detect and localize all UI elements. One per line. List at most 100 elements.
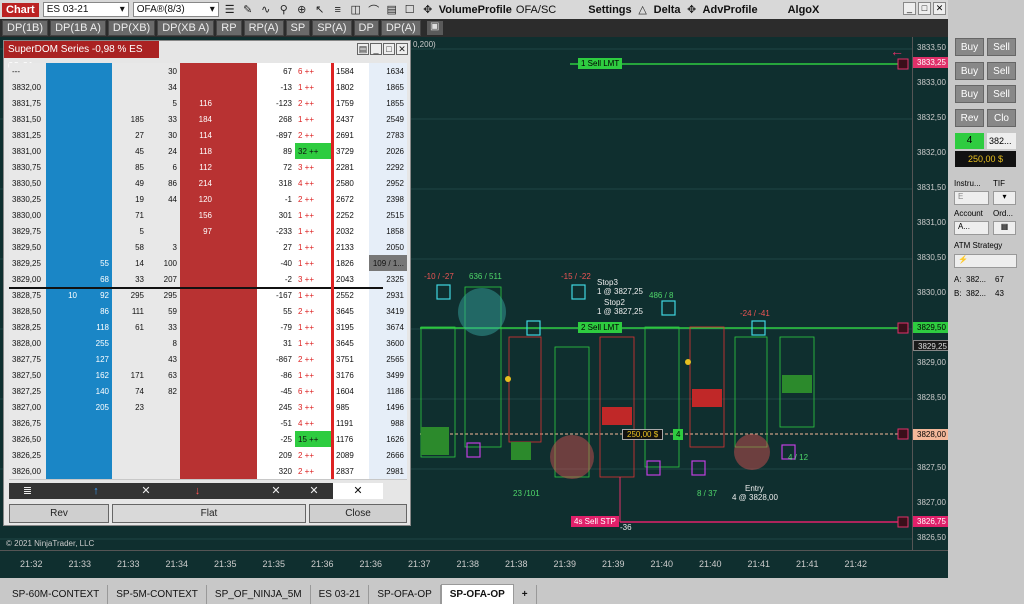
dom-cell-p[interactable]: 3832,00 bbox=[9, 79, 46, 96]
dom-cell-sf[interactable]: 4 ++ bbox=[295, 175, 333, 192]
sell-limit-order-top[interactable]: 1 Sell LMT bbox=[578, 58, 623, 69]
dom-cell-sv[interactable]: 214 bbox=[180, 175, 215, 192]
dom-cell-bid[interactable] bbox=[46, 239, 80, 256]
dom-cell-c3[interactable] bbox=[112, 463, 147, 480]
maximize-icon[interactable]: □ bbox=[918, 2, 931, 15]
maximize-icon[interactable]: □ bbox=[383, 43, 395, 55]
dom-cell-p[interactable]: 3831,50 bbox=[9, 111, 46, 128]
dom-cell-c3[interactable] bbox=[112, 351, 147, 368]
dom-cell-c10[interactable]: 2783 bbox=[369, 127, 407, 144]
dom-cell-c4[interactable]: 100 bbox=[147, 255, 180, 272]
dom-cell-c9[interactable]: 3729 bbox=[333, 143, 369, 160]
tb2-button-4[interactable]: RP bbox=[216, 20, 242, 36]
dom-cell-bv[interactable] bbox=[215, 415, 257, 432]
dom-cell-p[interactable]: 3828,50 bbox=[9, 303, 46, 320]
dom-cell-c10[interactable]: 3600 bbox=[369, 335, 407, 352]
dom-cell-c4[interactable] bbox=[147, 399, 180, 416]
cursor-icon[interactable]: ↖ bbox=[313, 3, 327, 16]
dom-cell-c4[interactable]: 24 bbox=[147, 143, 180, 160]
tab-sp-of-ninja-5m[interactable]: SP_OF_NINJA_5M bbox=[207, 585, 311, 604]
tb2-button-9[interactable]: DP(A) bbox=[380, 20, 421, 36]
dom-cell-c3[interactable]: 58 bbox=[112, 239, 147, 256]
dom-cell-ask[interactable]: 92 bbox=[80, 287, 112, 304]
dom-cell-sf[interactable]: 1 ++ bbox=[295, 255, 333, 272]
dom-cell-c9[interactable]: 3176 bbox=[333, 367, 369, 384]
dom-cell-c3[interactable]: 19 bbox=[112, 191, 147, 208]
dom-cell-sv[interactable] bbox=[180, 367, 215, 384]
tb2-button-5[interactable]: RP(A) bbox=[243, 20, 284, 36]
dom-cell-bv[interactable] bbox=[215, 287, 257, 304]
dom-cell-c3[interactable]: 14 bbox=[112, 255, 147, 272]
dom-cell-ask[interactable] bbox=[80, 95, 112, 112]
dom-cell-ask[interactable]: 162 bbox=[80, 367, 112, 384]
dom-cell-c4[interactable]: 30 bbox=[147, 63, 180, 80]
dom-cell-bv[interactable] bbox=[215, 431, 257, 448]
dom-cell-ask[interactable] bbox=[80, 239, 112, 256]
dom-cell-sv[interactable] bbox=[180, 335, 215, 352]
cancel-buys-icon[interactable]: ✕ bbox=[112, 483, 180, 499]
dom-cell-p[interactable]: 3826,25 bbox=[9, 447, 46, 464]
dom-cell-p[interactable]: 3828,00 bbox=[9, 335, 46, 352]
dom-cell-p[interactable]: 3826,00 bbox=[9, 463, 46, 480]
dom-cell-c10[interactable]: 2666 bbox=[369, 447, 407, 464]
dom-cell-c3[interactable]: 171 bbox=[112, 367, 147, 384]
tb2-button-2[interactable]: DP(XB) bbox=[107, 20, 156, 36]
dom-cell-bid[interactable] bbox=[46, 463, 80, 480]
dom-cell-p[interactable]: 3828,25 bbox=[9, 319, 46, 336]
volume-profile-button[interactable]: VolumeProfile bbox=[439, 4, 512, 16]
dom-cell-c9[interactable]: 2837 bbox=[333, 463, 369, 480]
dom-cell-c3[interactable] bbox=[112, 95, 147, 112]
dom-cell-sv[interactable] bbox=[180, 319, 215, 336]
dom-cell-c3[interactable]: 45 bbox=[112, 143, 147, 160]
dom-cell-bv[interactable] bbox=[215, 447, 257, 464]
dom-cell-bid[interactable] bbox=[46, 367, 80, 384]
dom-cell-c4[interactable] bbox=[147, 415, 180, 432]
chart-menu-button[interactable]: Chart bbox=[2, 2, 39, 17]
dom-cell-sv[interactable] bbox=[180, 79, 215, 96]
dom-cell-sf[interactable]: 2 ++ bbox=[295, 447, 333, 464]
dom-cell-bid[interactable] bbox=[46, 399, 80, 416]
close-icon[interactable]: ✕ bbox=[396, 43, 408, 55]
dom-cell-bid[interactable]: 10 bbox=[46, 287, 80, 304]
dom-cell-sf[interactable]: 6 ++ bbox=[295, 383, 333, 400]
dom-cell-sv[interactable] bbox=[180, 463, 215, 480]
dom-cell-ask[interactable] bbox=[80, 415, 112, 432]
dom-cell-sv[interactable]: 114 bbox=[180, 127, 215, 144]
dom-cell-sf[interactable]: 3 ++ bbox=[295, 271, 333, 288]
dom-cell-ask[interactable] bbox=[80, 127, 112, 144]
dom-cell-sv[interactable]: 184 bbox=[180, 111, 215, 128]
dom-cell-c4[interactable]: 207 bbox=[147, 271, 180, 288]
dom-cell-d[interactable]: -25 bbox=[257, 431, 295, 448]
dom-cell-c3[interactable]: 111 bbox=[112, 303, 147, 320]
buy-button[interactable]: Buy bbox=[955, 38, 984, 56]
template-select[interactable]: OFA®(8/3) ▾ bbox=[132, 2, 219, 17]
dom-cell-sf[interactable]: 1 ++ bbox=[295, 79, 333, 96]
dom-cell-c4[interactable]: 59 bbox=[147, 303, 180, 320]
dom-cell-c3[interactable]: 23 bbox=[112, 399, 147, 416]
dom-cell-sv[interactable] bbox=[180, 351, 215, 368]
dom-cell-d[interactable]: 31 bbox=[257, 335, 295, 352]
dom-cell-d[interactable]: -2 bbox=[257, 271, 295, 288]
dom-cell-c10[interactable]: 1634 bbox=[369, 63, 407, 80]
dom-cell-c9[interactable]: 1802 bbox=[333, 79, 369, 96]
dom-cell-c9[interactable]: 1759 bbox=[333, 95, 369, 112]
dom-cell-sf[interactable]: 1 ++ bbox=[295, 319, 333, 336]
dom-cell-bid[interactable] bbox=[46, 191, 80, 208]
dom-cell-ask[interactable]: 118 bbox=[80, 319, 112, 336]
dom-cell-ask[interactable] bbox=[80, 79, 112, 96]
buy-button-3[interactable]: Buy bbox=[955, 85, 984, 103]
dom-cell-c3[interactable]: 295 bbox=[112, 287, 147, 304]
dom-cell-c4[interactable]: 43 bbox=[147, 351, 180, 368]
dom-cell-sv[interactable] bbox=[180, 63, 215, 80]
dom-cell-c9[interactable]: 3645 bbox=[333, 303, 369, 320]
dom-cell-sf[interactable]: 1 ++ bbox=[295, 111, 333, 128]
dom-cell-bid[interactable] bbox=[46, 303, 80, 320]
dom-cell-bid[interactable] bbox=[46, 223, 80, 240]
dom-cell-c10[interactable]: 1496 bbox=[369, 399, 407, 416]
dom-cell-c10[interactable]: 2050 bbox=[369, 239, 407, 256]
dom-cell-c10[interactable]: 2952 bbox=[369, 175, 407, 192]
dom-cell-bid[interactable] bbox=[46, 255, 80, 272]
dom-cell-ask[interactable] bbox=[80, 143, 112, 160]
wave-icon[interactable]: ∿ bbox=[259, 3, 273, 16]
dom-cell-c9[interactable]: 3645 bbox=[333, 335, 369, 352]
